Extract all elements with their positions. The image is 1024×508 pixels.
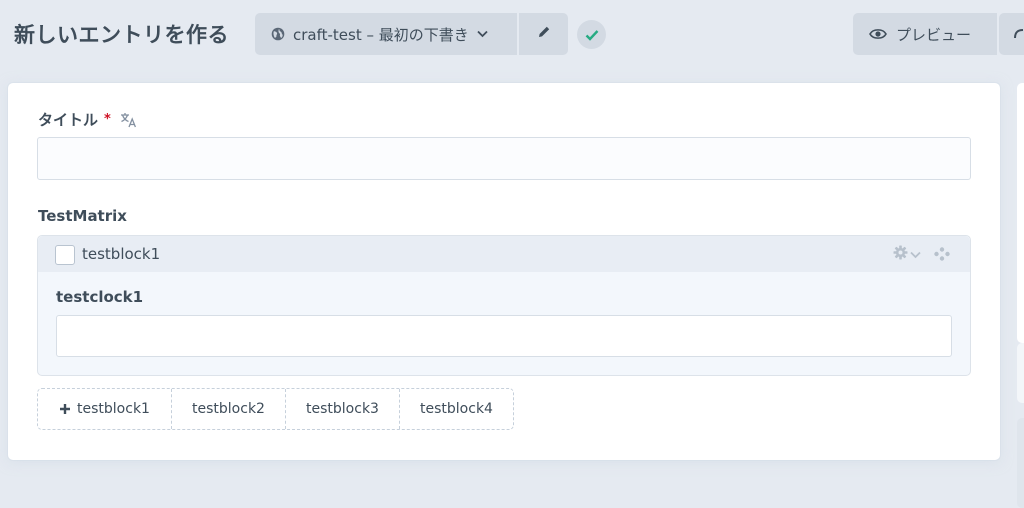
plus-icon xyxy=(59,403,71,415)
add-button-label: testblock4 xyxy=(420,401,493,417)
site-draft-label: craft-test – 最初の下書き xyxy=(293,25,469,44)
add-testblock2-button[interactable]: testblock2 xyxy=(172,389,286,429)
gear-icon xyxy=(893,245,908,264)
status-check-icon xyxy=(577,20,606,49)
add-button-label: testblock3 xyxy=(306,401,379,417)
matrix-block-header: testblock1 xyxy=(38,236,970,272)
share-icon xyxy=(1013,25,1024,43)
title-label-text: タイトル xyxy=(38,111,99,129)
matrix-block: testblock1 testclock1 xyxy=(37,235,971,376)
add-testblock1-button[interactable]: testblock1 xyxy=(38,389,172,429)
add-button-label: testblock1 xyxy=(77,401,150,417)
share-button[interactable] xyxy=(999,13,1024,55)
title-input[interactable] xyxy=(37,137,971,180)
block-field-input[interactable] xyxy=(56,315,952,357)
add-testblock3-button[interactable]: testblock3 xyxy=(286,389,400,429)
pencil-icon xyxy=(537,25,551,43)
block-select-checkbox[interactable] xyxy=(55,245,75,265)
globe-icon xyxy=(271,27,285,41)
move-icon[interactable] xyxy=(934,247,950,261)
add-button-label: testblock2 xyxy=(192,401,265,417)
add-block-buttons: testblock1 testblock2 testblock3 testblo… xyxy=(37,388,514,430)
block-field-label: testclock1 xyxy=(56,288,144,306)
block-title: testblock1 xyxy=(82,245,161,263)
add-testblock4-button[interactable]: testblock4 xyxy=(400,389,513,429)
preview-label: プレビュー xyxy=(896,25,972,44)
chevron-down-icon xyxy=(477,30,488,38)
details-panel-section xyxy=(1017,418,1024,508)
matrix-field-label: TestMatrix xyxy=(38,207,127,225)
page-header: 新しいエントリを作る craft-test – 最初の下書き プレビュー xyxy=(0,0,1024,68)
block-settings-menu[interactable] xyxy=(893,245,921,264)
eye-icon xyxy=(869,28,887,40)
site-draft-menu-button[interactable]: craft-test – 最初の下書き xyxy=(255,13,517,55)
title-field-label: タイトル * xyxy=(38,109,137,130)
details-panel-section xyxy=(1017,343,1024,403)
preview-button[interactable]: プレビュー xyxy=(853,13,997,55)
required-indicator: * xyxy=(104,112,111,127)
content-panel: タイトル * TestMatrix testblock1 testclock1 … xyxy=(8,83,1000,460)
edit-draft-button[interactable] xyxy=(519,13,568,55)
chevron-down-icon xyxy=(910,251,921,259)
translate-icon xyxy=(120,112,137,128)
page-title: 新しいエントリを作る xyxy=(14,23,229,47)
details-panel xyxy=(1017,83,1024,343)
